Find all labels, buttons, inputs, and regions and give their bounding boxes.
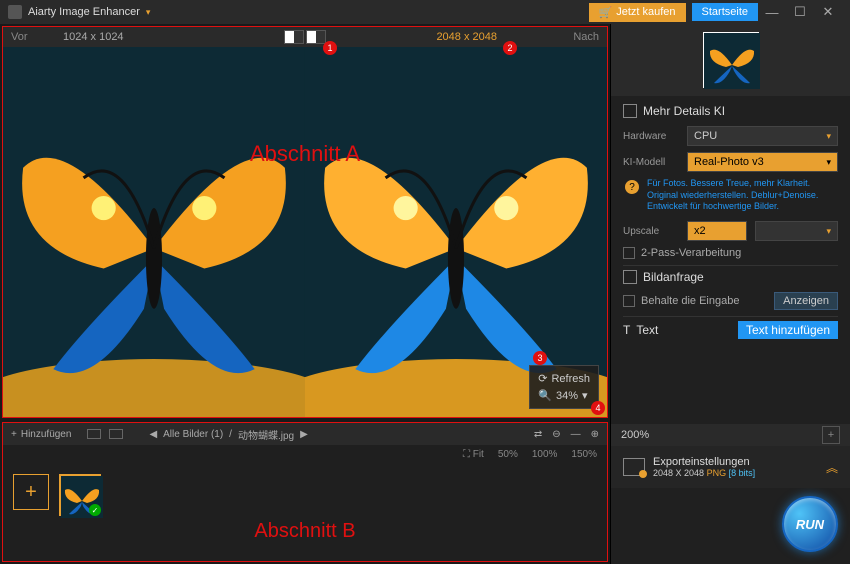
view-split-button[interactable] (306, 30, 326, 44)
expand-icon[interactable]: ︽ (826, 459, 838, 476)
before-dimensions: 1024 x 1024 (63, 31, 124, 43)
minimize-button[interactable]: — (758, 5, 786, 20)
before-pane[interactable] (3, 47, 305, 417)
hardware-label: Hardware (623, 131, 679, 142)
marker-3: 3 (533, 351, 547, 365)
document-icon (623, 270, 637, 284)
chevron-down-icon: ▾ (826, 131, 831, 142)
panel-thumbnail[interactable] (703, 32, 759, 88)
section-b-label: Abschnitt B (254, 520, 355, 543)
app-icon (8, 5, 22, 19)
refresh-button[interactable]: ⟳Refresh (534, 370, 594, 387)
list-view-icon[interactable] (109, 429, 123, 439)
zoom-50-button[interactable]: 50% (498, 449, 518, 460)
image-query-title: Bildanfrage (623, 270, 838, 284)
keep-input-label: Behalte die Eingabe (641, 295, 739, 307)
run-button[interactable]: RUN (782, 496, 838, 552)
before-image (3, 47, 305, 417)
text-icon: T (623, 323, 630, 337)
zoom-200-label: 200% (621, 429, 649, 441)
marker-2: 2 (503, 41, 517, 55)
thumbnail-section: +Hinzufügen ◀ Alle Bilder (1) / 动物蝴蝶.jpg… (2, 422, 608, 562)
cart-icon: 🛒 (599, 6, 613, 19)
maximize-button[interactable]: ☐ (786, 4, 814, 20)
export-title: Exporteinstellungen (653, 456, 818, 468)
model-select[interactable]: Real-Photo v3▾ (687, 152, 838, 172)
after-image (305, 47, 607, 417)
zoom-slider[interactable]: — (571, 429, 581, 440)
file-name: 动物蝴蝶.jpg (238, 427, 294, 442)
upscale-label: Upscale (623, 226, 679, 237)
after-pane[interactable]: 3 4 ⟳Refresh 🔍34%▾ (305, 47, 607, 417)
grid-view-icon[interactable] (87, 429, 101, 439)
marker-4: 4 (591, 401, 605, 415)
zoom-150-button[interactable]: 150% (571, 449, 597, 460)
zoom-100-button[interactable]: 100% (532, 449, 558, 460)
upscale-select[interactable]: x2 (687, 221, 747, 241)
buy-label: Jetzt kaufen (616, 6, 675, 18)
home-button[interactable]: Startseite (692, 3, 758, 21)
zoom-in-button[interactable]: ⊕ (591, 429, 599, 440)
preview-section: Vor 1024 x 1024 2048 x 2048 Nach 1 2 (2, 26, 608, 418)
model-description: ? Für Fotos. Bessere Treue, mehr Klarhei… (623, 178, 838, 213)
next-image-button[interactable]: ▶ (300, 429, 308, 440)
sparkle-icon (623, 104, 637, 118)
zoom-dropdown[interactable]: 🔍34%▾ (534, 387, 594, 404)
before-label: Vor (11, 31, 28, 43)
chevron-down-icon: ▾ (826, 226, 831, 237)
show-button[interactable]: Anzeigen (774, 292, 838, 310)
upscale-extra-select[interactable]: ▾ (755, 221, 838, 241)
view-mode-toggle (284, 30, 326, 44)
after-dimensions: 2048 x 2048 (436, 31, 497, 43)
keep-input-checkbox[interactable] (623, 295, 635, 307)
hardware-select[interactable]: CPU▾ (687, 126, 838, 146)
title-dropdown-icon[interactable]: ▾ (146, 7, 151, 18)
add-preset-button[interactable]: + (822, 426, 840, 444)
close-button[interactable]: ✕ (814, 4, 842, 20)
add-label: +Hinzufügen (11, 429, 71, 440)
view-single-button[interactable] (284, 30, 304, 44)
help-icon[interactable]: ? (625, 180, 639, 194)
zoom-out-button[interactable]: ⊖ (552, 429, 560, 440)
compare-icon[interactable]: ⇄ (534, 429, 542, 440)
chevron-down-icon: ▾ (826, 157, 831, 168)
two-pass-label: 2-Pass-Verarbeitung (641, 247, 741, 259)
thumbnail-1[interactable]: ✓ (59, 474, 101, 516)
app-title: Aiarty Image Enhancer (28, 6, 140, 18)
section-a-label: Abschnitt A (250, 141, 360, 167)
prev-image-button[interactable]: ◀ (149, 429, 157, 440)
text-section: TText Text hinzufügen (623, 321, 838, 339)
add-image-tile[interactable]: + (13, 474, 49, 510)
after-label: Nach (573, 31, 599, 43)
marker-1: 1 (323, 41, 337, 55)
export-subtitle: 2048 X 2048 PNG [8 bits] (653, 468, 818, 478)
model-label: KI-Modell (623, 157, 679, 168)
two-pass-checkbox[interactable] (623, 247, 635, 259)
chevron-down-icon: ▾ (582, 389, 588, 402)
gear-icon (639, 470, 647, 478)
refresh-icon: ⟳ (538, 372, 547, 385)
buy-button[interactable]: 🛒 Jetzt kaufen (589, 3, 686, 22)
plus-icon: + (11, 429, 17, 440)
add-text-button[interactable]: Text hinzufügen (738, 321, 838, 339)
file-counter: Alle Bilder (1) (163, 429, 223, 440)
magnify-icon: 🔍 (538, 389, 552, 402)
check-icon: ✓ (89, 504, 101, 516)
zoom-toolbox: ⟳Refresh 🔍34%▾ (529, 365, 599, 409)
fit-button[interactable]: ⛶ Fit (463, 449, 484, 460)
export-settings[interactable]: Exporteinstellungen 2048 X 2048 PNG [8 b… (611, 446, 850, 488)
details-section-title: Mehr Details KI (623, 104, 838, 118)
export-icon (623, 458, 645, 476)
